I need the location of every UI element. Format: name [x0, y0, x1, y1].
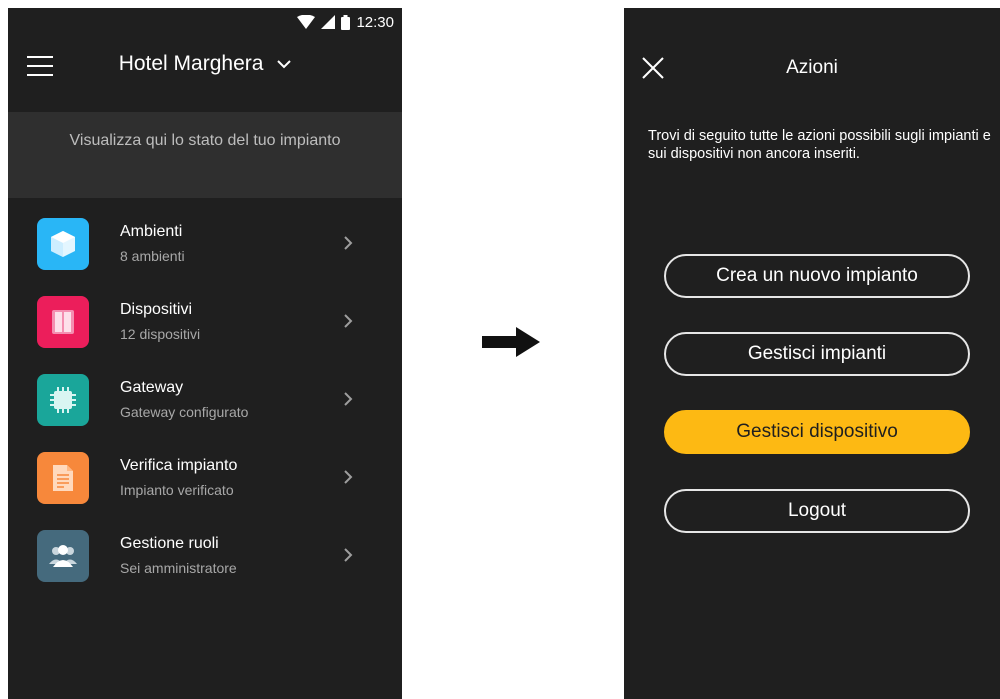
- status-banner: Visualizza qui lo stato del tuo impianto: [8, 112, 402, 198]
- create-plant-button[interactable]: Crea un nuovo impianto: [664, 254, 970, 298]
- list-item-title: Verifica impianto: [120, 457, 238, 474]
- wifi-icon: [297, 15, 316, 29]
- list-item-subtitle: 12 dispositivi: [120, 326, 201, 342]
- logout-button[interactable]: Logout: [664, 489, 970, 533]
- list-item-subtitle: Impianto verificato: [120, 482, 234, 498]
- signal-icon: [321, 15, 336, 29]
- document-icon: [37, 452, 89, 504]
- list-item-title: Gestione ruoli: [120, 535, 219, 552]
- home-screen: 12:30 Hotel Marghera Visualizza qui lo s…: [8, 8, 402, 699]
- chip-icon: [37, 374, 89, 426]
- status-time: 12:30: [356, 13, 394, 31]
- plant-selector[interactable]: Hotel Marghera: [8, 52, 402, 76]
- users-icon: [37, 530, 89, 582]
- chevron-right-icon: [344, 314, 353, 328]
- list-item-title: Dispositivi: [120, 301, 193, 318]
- chevron-right-icon: [344, 236, 353, 250]
- arrow-right-icon: [482, 327, 540, 357]
- overview-list: Ambienti 8 ambienti Dispositivi 12 dispo…: [8, 218, 402, 608]
- list-item-subtitle: 8 ambienti: [120, 248, 185, 264]
- chevron-down-icon: [277, 60, 291, 69]
- list-item-verifica-impianto[interactable]: Verifica impianto Impianto verificato: [8, 452, 402, 530]
- list-item-ambienti[interactable]: Ambienti 8 ambienti: [8, 218, 402, 296]
- intro-text: Trovi di seguito tutte le azioni possibi…: [648, 128, 991, 162]
- list-item-title: Ambienti: [120, 223, 183, 240]
- battery-icon: [341, 14, 351, 30]
- chevron-right-icon: [344, 470, 353, 484]
- list-item-subtitle: Gateway configurato: [120, 404, 249, 420]
- manage-device-button[interactable]: Gestisci dispositivo: [664, 410, 970, 454]
- page-title: Azioni: [786, 57, 838, 78]
- plant-name: Hotel Marghera: [118, 52, 264, 75]
- list-item-dispositivi[interactable]: Dispositivi 12 dispositivi: [8, 296, 402, 374]
- status-bar: 12:30: [297, 8, 394, 36]
- actions-screen: Azioni Trovi di seguito tutte le azioni …: [624, 8, 1000, 699]
- device-icon: [37, 296, 89, 348]
- list-item-gestione-ruoli[interactable]: Gestione ruoli Sei amministratore: [8, 530, 402, 608]
- chevron-right-icon: [344, 392, 353, 406]
- list-item-title: Gateway: [120, 379, 184, 396]
- list-item-subtitle: Sei amministratore: [120, 560, 237, 576]
- chevron-right-icon: [344, 548, 353, 562]
- cube-icon: [37, 218, 89, 270]
- manage-plants-button[interactable]: Gestisci impianti: [664, 332, 970, 376]
- status-banner-text: Visualizza qui lo stato del tuo impianto: [69, 132, 341, 149]
- list-item-gateway[interactable]: Gateway Gateway configurato: [8, 374, 402, 452]
